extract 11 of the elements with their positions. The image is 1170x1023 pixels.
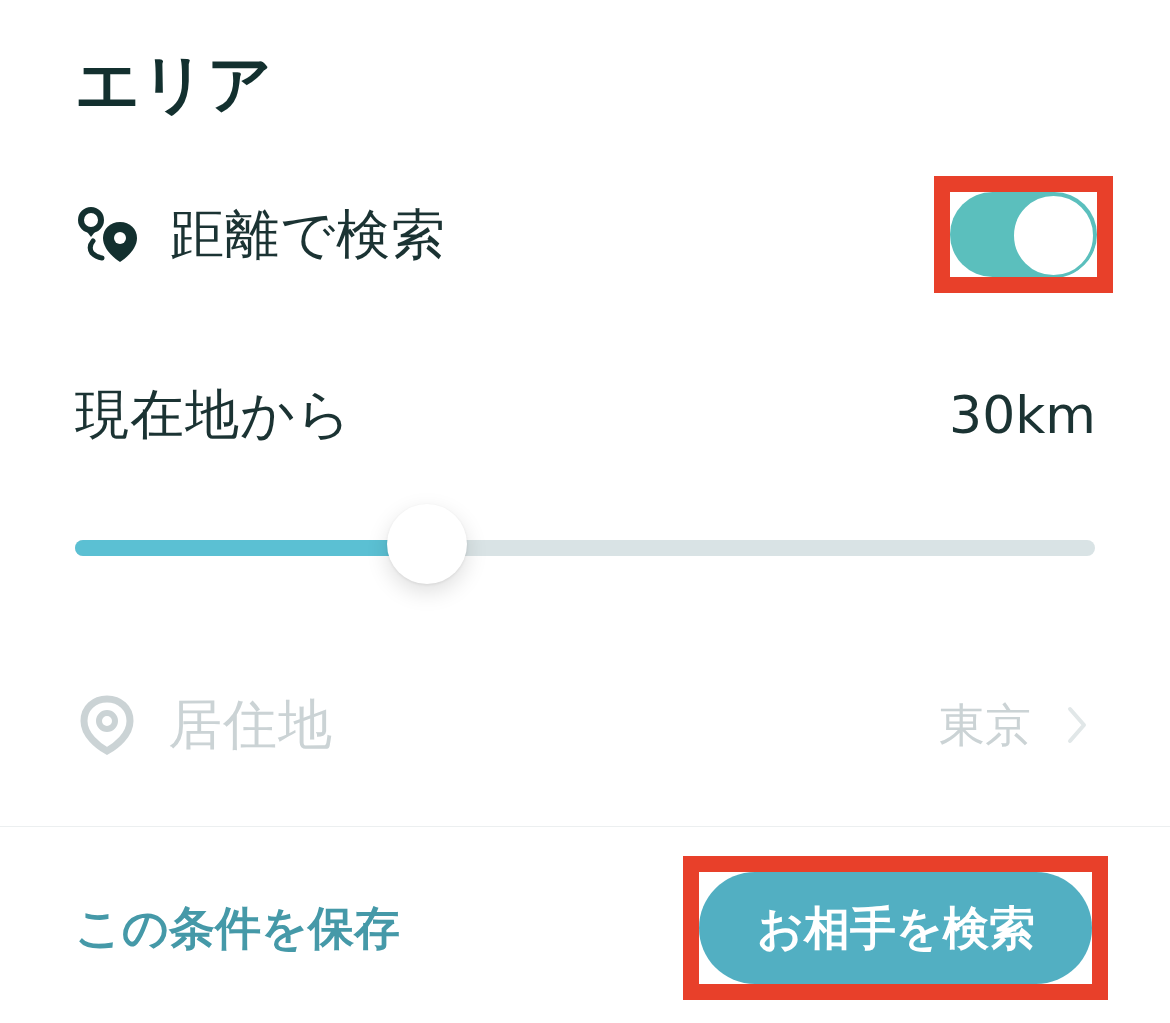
distance-search-label: 距離で検索 xyxy=(170,202,446,267)
chevron-right-icon[interactable] xyxy=(1067,706,1087,744)
save-conditions-link[interactable]: この条件を保存 xyxy=(75,900,400,956)
section-title: エリア xyxy=(75,46,273,122)
map-pins-icon xyxy=(78,206,138,263)
location-pin-icon xyxy=(80,695,134,755)
slider-track[interactable] xyxy=(75,504,1095,584)
search-button[interactable]: お相手を検索 xyxy=(699,872,1092,984)
distance-label: 現在地から xyxy=(75,383,352,447)
toggle-switch[interactable] xyxy=(950,192,1097,277)
distance-value: 30km xyxy=(949,385,1096,445)
